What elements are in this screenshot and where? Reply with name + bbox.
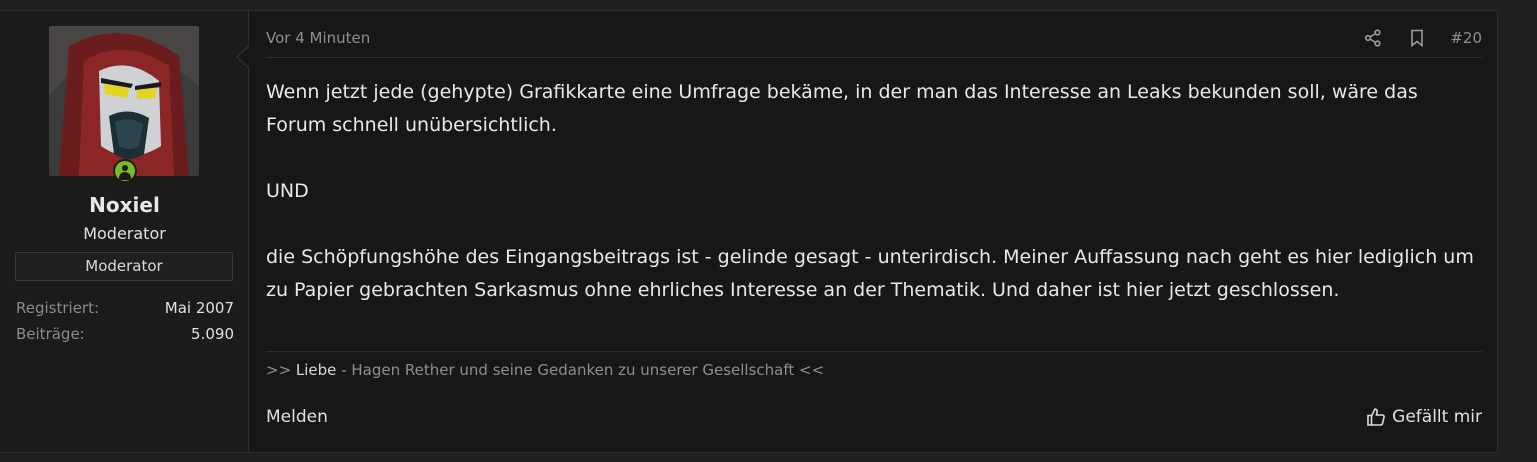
- thumbs-up-icon: [1367, 408, 1386, 426]
- stat-label: Registriert:: [16, 299, 100, 317]
- post-paragraph: Wenn jetzt jede (gehypte) Grafikkarte ei…: [266, 81, 1418, 136]
- user-title: Moderator: [83, 224, 166, 243]
- post-number[interactable]: #20: [1450, 29, 1482, 47]
- post-main: Vor 4 Minuten #20 Wenn jetzt jede (gehyp…: [266, 11, 1482, 452]
- signature: >> Liebe - Hagen Rether und seine Gedank…: [266, 351, 1482, 379]
- stat-registered: Registriert: Mai 2007: [16, 299, 234, 317]
- stat-value: Mai 2007: [164, 299, 234, 317]
- stat-value: 5.090: [191, 325, 234, 343]
- signature-text: - Hagen Rether und seine Gedanken zu uns…: [336, 361, 825, 379]
- signature-prefix: >>: [266, 361, 296, 379]
- stat-posts: Beiträge: 5.090: [16, 325, 234, 343]
- username[interactable]: Noxiel: [0, 193, 249, 217]
- signature-link[interactable]: Liebe: [296, 361, 337, 379]
- post-actions: #20: [1362, 27, 1482, 49]
- bookmark-icon[interactable]: [1406, 27, 1428, 49]
- post-body: Wenn jetzt jede (gehypte) Grafikkarte ei…: [266, 76, 1482, 307]
- share-icon[interactable]: [1362, 27, 1384, 49]
- report-button[interactable]: Melden: [266, 407, 328, 427]
- avatar[interactable]: [49, 26, 199, 176]
- post-header: Vor 4 Minuten #20: [266, 27, 1482, 58]
- post-paragraph: die Schöpfungshöhe des Eingangsbeitrags …: [266, 246, 1474, 301]
- user-info-panel: Noxiel Moderator Moderator Registriert: …: [0, 11, 249, 452]
- like-button[interactable]: Gefällt mir: [1366, 407, 1482, 427]
- post-arrow: [236, 45, 250, 69]
- post-time[interactable]: Vor 4 Minuten: [266, 29, 370, 47]
- user-banner: Moderator: [15, 252, 233, 281]
- online-status-icon: [113, 159, 137, 183]
- stat-label: Beiträge:: [16, 325, 85, 343]
- like-label: Gefällt mir: [1392, 407, 1482, 427]
- post-footer: Melden Gefällt mir: [266, 407, 1482, 431]
- avatar-image: [49, 26, 199, 176]
- post-paragraph: UND: [266, 180, 309, 202]
- forum-post: Noxiel Moderator Moderator Registriert: …: [0, 10, 1498, 453]
